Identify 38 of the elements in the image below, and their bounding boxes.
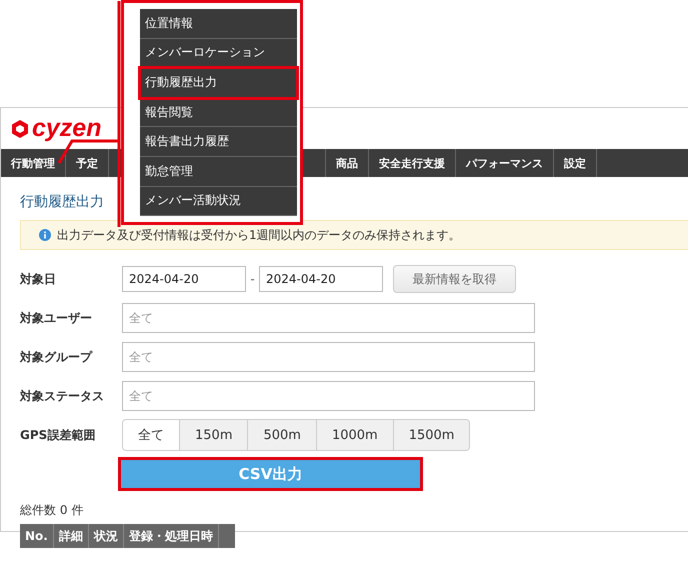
segment-option[interactable]: 1000m xyxy=(316,420,394,450)
segment-option[interactable]: 500m xyxy=(248,420,317,450)
nav-item[interactable]: 予定 xyxy=(66,149,109,177)
field-label: 対象日 xyxy=(20,270,57,288)
segment-option[interactable]: 1500m xyxy=(394,420,470,450)
date-separator: - xyxy=(249,272,256,286)
info-icon xyxy=(39,229,51,241)
column-header: 状況 xyxy=(88,524,124,548)
input-field[interactable]: 全て xyxy=(122,303,535,333)
segment-option[interactable]: 全て xyxy=(123,420,180,450)
column-header: No. xyxy=(20,524,54,548)
nav-item[interactable]: パフォーマンス xyxy=(456,149,554,177)
menu-item[interactable]: 行動履歴出力 xyxy=(140,68,297,98)
column-header: 登録・処理日時 xyxy=(124,524,219,548)
column-header: 詳細 xyxy=(54,524,89,548)
field-label: 対象ユーザー xyxy=(20,310,93,326)
menu-item[interactable]: 報告閲覧 xyxy=(140,98,297,128)
total-count: 総件数 0 件 xyxy=(19,502,84,519)
menu-item[interactable]: メンバーロケーション xyxy=(140,38,297,68)
field-label: GPS誤差範囲 xyxy=(20,426,96,444)
nav-item[interactable]: 商品 xyxy=(325,149,369,177)
refresh-button[interactable]: 最新情報を取得 xyxy=(393,265,516,293)
field-label: 対象ステータス xyxy=(20,388,105,404)
menu-item[interactable]: メンバー活動状況 xyxy=(140,186,297,216)
input-field[interactable]: 全て xyxy=(122,381,535,411)
page-title: 行動履歴出力 xyxy=(20,193,104,212)
field-label: 対象グループ xyxy=(20,348,94,366)
menu-item[interactable]: 位置情報 xyxy=(140,9,297,39)
nav-item[interactable]: 行動管理 xyxy=(1,149,66,177)
nav-item[interactable]: 安全走行支援 xyxy=(369,149,456,177)
input-field[interactable]: 全て xyxy=(122,342,535,372)
nav-item[interactable]: 設定 xyxy=(554,149,597,177)
date-field[interactable]: 2024-04-20 xyxy=(122,266,246,292)
segment-option[interactable]: 150m xyxy=(180,420,248,450)
menu-item[interactable]: 勤怠管理 xyxy=(140,156,297,187)
date-field[interactable]: 2024-04-20 xyxy=(259,266,383,292)
notice-text: 出力データ及び受付情報は受付から1週間以内のデータのみ保持されます。 xyxy=(57,226,461,244)
menu-item[interactable]: 報告書出力履歴 xyxy=(140,127,297,157)
